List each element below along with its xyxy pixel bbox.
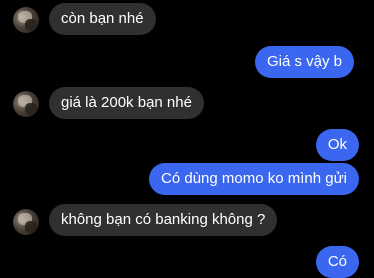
message-text: giá là 200k bạn nhé — [61, 94, 192, 111]
message-text: Có dùng momo ko mình gửi — [161, 170, 347, 187]
chat-thread: còn bạn nhé Giá s vậy b giá là 200k bạn … — [0, 0, 374, 278]
message-text: Ok — [327, 136, 347, 153]
message-text: Giá s vậy b — [266, 53, 342, 70]
message-text: Có — [327, 253, 347, 270]
message-text: còn bạn nhé — [61, 10, 144, 27]
message-bubble-outgoing[interactable]: Có dùng momo ko mình gửi — [149, 163, 359, 195]
contact-avatar[interactable] — [13, 7, 39, 33]
message-bubble-incoming[interactable]: không bạn có banking không ? — [49, 204, 278, 236]
message-bubble-incoming[interactable]: còn bạn nhé — [49, 3, 156, 35]
message-bubble-outgoing[interactable]: Ok — [315, 129, 359, 161]
message-bubble-outgoing[interactable]: Giá s vậy b — [254, 46, 354, 78]
message-bubble-incoming[interactable]: giá là 200k bạn nhé — [49, 87, 204, 119]
message-bubble-outgoing[interactable]: Có — [315, 246, 359, 278]
contact-avatar[interactable] — [13, 91, 39, 117]
message-text: không bạn có banking không ? — [61, 211, 266, 228]
contact-avatar[interactable] — [13, 209, 39, 235]
